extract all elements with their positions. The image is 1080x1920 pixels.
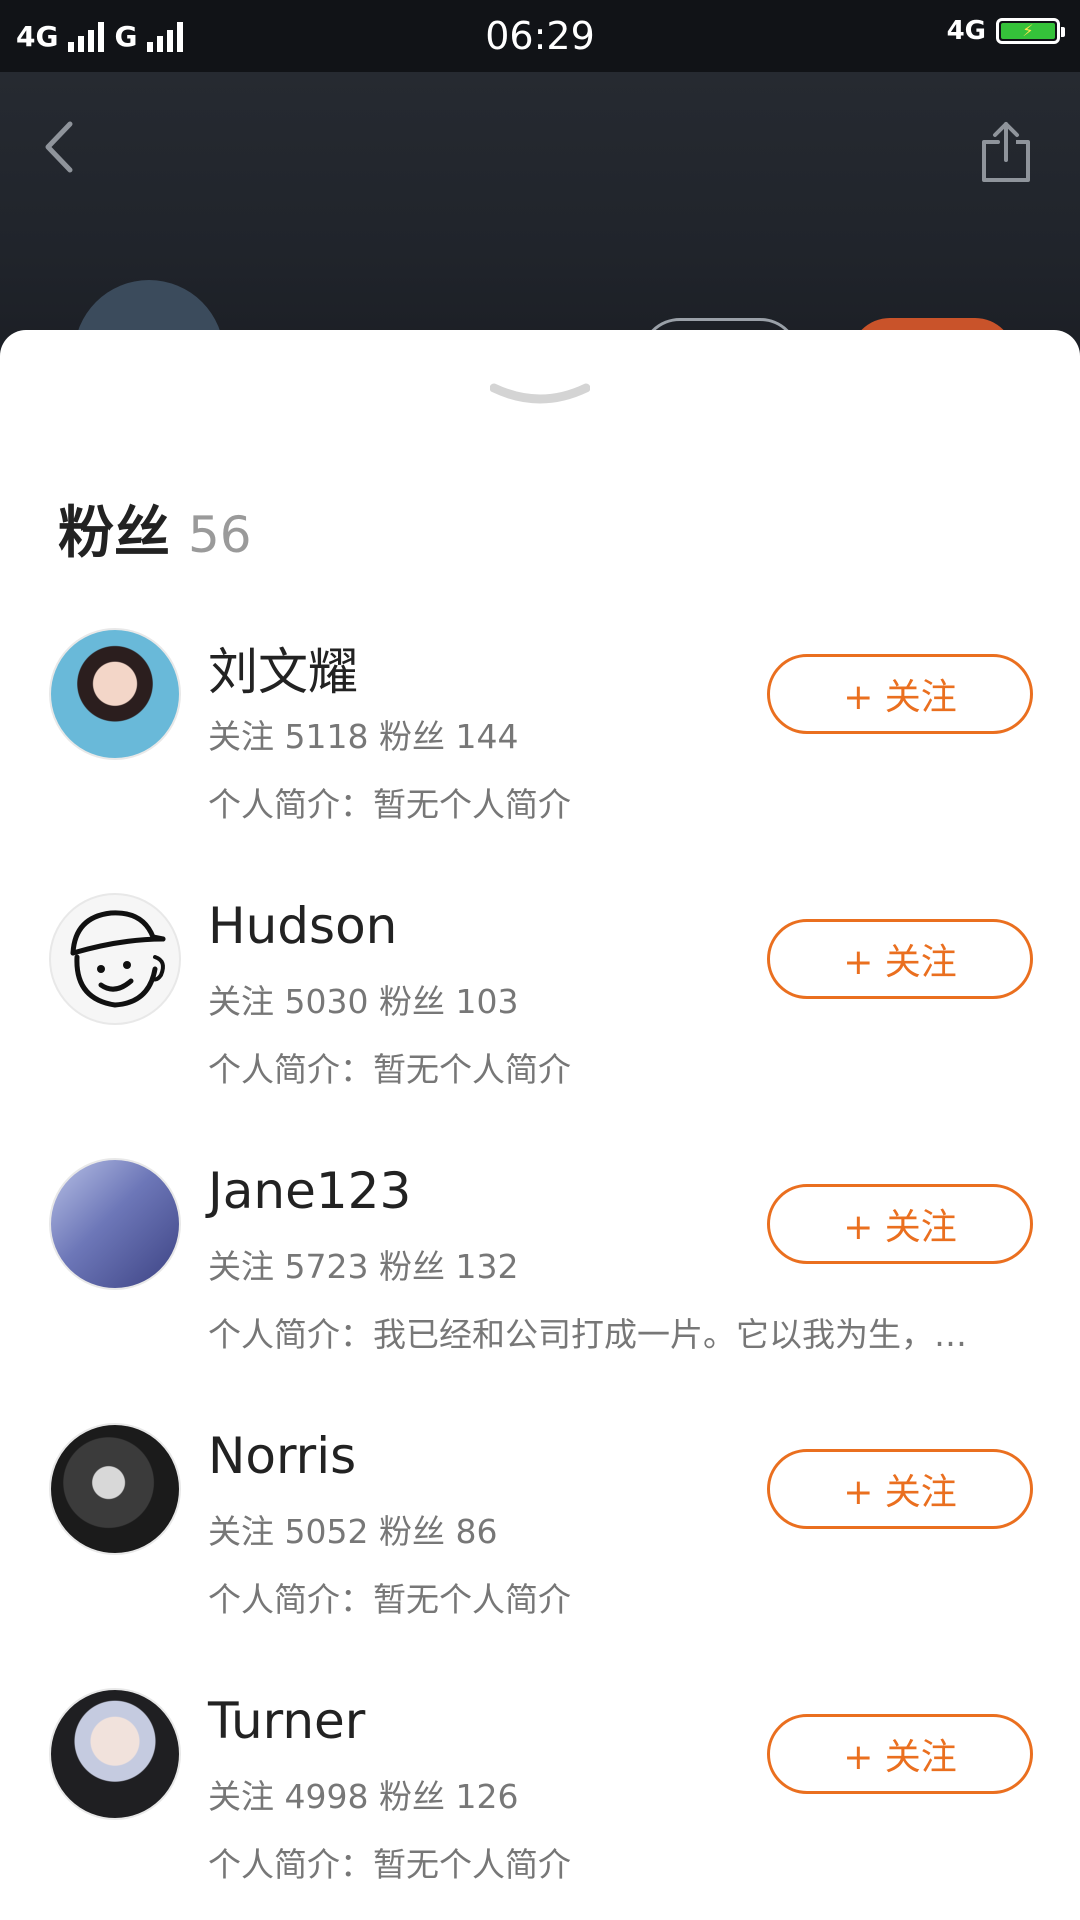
share-button[interactable] [976,118,1036,188]
list-item[interactable]: Hudson 关注 5030 粉丝 103 个人简介：暂无个人简介 + 关注 [0,893,1080,1158]
page-title: 粉丝 56 [58,488,252,569]
user-name[interactable]: Jane123 [208,1162,411,1220]
user-stats: 关注 5030 粉丝 103 [208,982,519,1021]
list-item[interactable]: Jane123 关注 5723 粉丝 132 个人简介：我已经和公司打成一片。它… [0,1158,1080,1423]
avatar[interactable] [49,628,181,760]
screen: 4G G 06:29 4G ⚡ 粉丝 56 刘文耀 关注 5118 粉丝 144… [0,0,1080,1920]
follow-button[interactable]: + 关注 [767,1449,1033,1529]
user-bio: 个人简介：暂无个人简介 [208,1580,571,1619]
status-bar: 4G G 06:29 4G ⚡ [0,0,1080,72]
followers-sheet: 粉丝 56 刘文耀 关注 5118 粉丝 144 个人简介：暂无个人简介 + 关… [0,330,1080,1920]
back-button[interactable] [38,112,88,182]
user-name[interactable]: Turner [208,1692,365,1750]
list-item[interactable]: Norris 关注 5052 粉丝 86 个人简介：暂无个人简介 + 关注 [0,1423,1080,1688]
title-label: 粉丝 [58,501,170,566]
list-item[interactable]: Turner 关注 4998 粉丝 126 个人简介：暂无个人简介 + 关注 [0,1688,1080,1920]
user-bio: 个人简介：暂无个人简介 [208,1050,571,1089]
user-stats: 关注 4998 粉丝 126 [208,1777,519,1816]
list-item[interactable]: 刘文耀 关注 5118 粉丝 144 个人简介：暂无个人简介 + 关注 [0,628,1080,893]
follow-button[interactable]: + 关注 [767,654,1033,734]
avatar[interactable] [49,1688,181,1820]
user-bio: 个人简介：暂无个人简介 [208,1845,571,1884]
user-bio: 个人简介：我已经和公司打成一片。它以我为生，… [208,1315,967,1354]
user-bio: 个人简介：暂无个人简介 [208,785,571,824]
followers-list: 刘文耀 关注 5118 粉丝 144 个人简介：暂无个人简介 + 关注 Huds… [0,628,1080,1920]
battery-charging-icon: ⚡ [1001,23,1055,39]
chevron-down-icon [489,383,591,404]
status-time: 06:29 [485,14,595,58]
battery-icon: ⚡ [996,18,1065,44]
avatar[interactable] [49,1423,181,1555]
follow-button[interactable]: + 关注 [767,1714,1033,1794]
user-name[interactable]: 刘文耀 [208,632,358,704]
avatar[interactable] [49,893,181,1025]
follow-button[interactable]: + 关注 [767,1184,1033,1264]
avatar[interactable] [49,1158,181,1290]
chevron-left-icon [45,121,73,173]
status-right: 4G ⚡ [946,16,1065,46]
network-label-3: 4G [946,16,986,46]
user-name[interactable]: Norris [208,1427,356,1485]
user-name[interactable]: Hudson [208,897,397,955]
cartoon-face-icon [70,910,166,1008]
user-stats: 关注 5723 粉丝 132 [208,1247,519,1286]
sheet-collapse-handle[interactable] [489,380,591,416]
user-stats: 关注 5052 粉丝 86 [208,1512,498,1551]
share-icon [982,122,1030,182]
follower-count: 56 [188,506,252,564]
user-stats: 关注 5118 粉丝 144 [208,717,519,756]
follow-button[interactable]: + 关注 [767,919,1033,999]
